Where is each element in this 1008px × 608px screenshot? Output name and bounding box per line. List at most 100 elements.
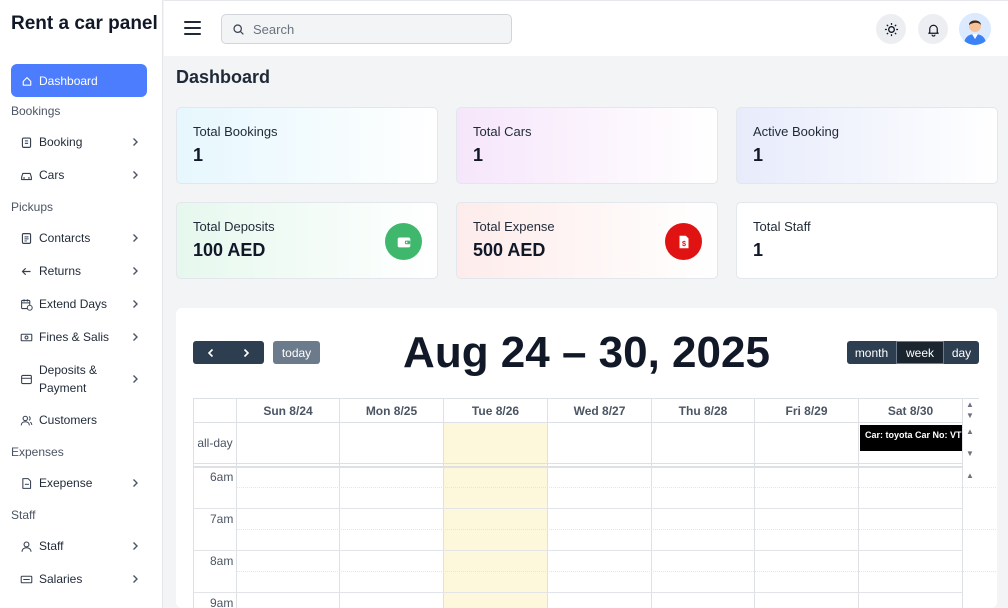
car-icon xyxy=(20,169,33,182)
brand-title: Rent a car panel xyxy=(11,13,158,34)
grid-vline xyxy=(651,464,652,608)
allday-label: all-day xyxy=(194,423,237,464)
section-staff: Staff xyxy=(11,508,36,522)
time-label: 8am xyxy=(210,554,234,568)
search-icon xyxy=(232,23,253,36)
scroll-up-icon[interactable]: ▲ xyxy=(966,471,974,480)
sidebar-item-extend-days[interactable]: Extend Days xyxy=(20,295,140,313)
users-icon xyxy=(20,414,33,427)
card-value: 1 xyxy=(193,145,204,165)
allday-cell[interactable] xyxy=(755,423,859,464)
allday-divider xyxy=(194,466,963,468)
sidebar-item-label: Exepense xyxy=(39,476,93,490)
grid-vline xyxy=(754,464,755,608)
sidebar-item-cars[interactable]: Cars xyxy=(20,166,140,184)
allday-cell[interactable] xyxy=(237,423,340,464)
menu-icon[interactable] xyxy=(184,21,201,35)
grid-hourline xyxy=(194,508,963,509)
scroll-down-icon[interactable]: ▼ xyxy=(966,411,974,420)
avatar[interactable] xyxy=(959,13,991,45)
card-total-bookings: Total Bookings 1 xyxy=(176,107,438,184)
notifications-button[interactable] xyxy=(918,14,948,44)
sidebar-item-salaries[interactable]: Salaries xyxy=(20,570,140,588)
grid-halfline xyxy=(237,529,997,530)
receipt-badge-icon: $ xyxy=(665,223,702,260)
allday-cell[interactable] xyxy=(444,423,548,464)
card-title: Active Booking xyxy=(753,124,839,139)
search-box[interactable] xyxy=(221,14,512,44)
time-label: 9am xyxy=(210,596,234,608)
wallet-badge-icon xyxy=(385,223,422,260)
search-input[interactable] xyxy=(253,21,493,37)
theme-toggle-button[interactable] xyxy=(876,14,906,44)
sidebar-item-contracts[interactable]: Contarcts xyxy=(20,229,140,247)
arrow-left-icon xyxy=(20,265,33,278)
sidebar-item-customers[interactable]: Customers xyxy=(20,411,140,429)
sidebar-item-staff[interactable]: Staff xyxy=(20,537,140,555)
card-total-cars: Total Cars 1 xyxy=(456,107,718,184)
card-total-expense: Total Expense 500 AED $ xyxy=(456,202,718,279)
topbar xyxy=(164,0,1008,56)
grid-vline xyxy=(236,464,237,608)
money-icon xyxy=(20,331,33,344)
grid-halfline xyxy=(237,487,997,488)
sidebar-item-label: Contarcts xyxy=(39,231,91,245)
card-value: 1 xyxy=(753,240,764,260)
view-month-button[interactable]: month xyxy=(847,341,896,364)
card-value: 1 xyxy=(753,145,764,165)
sidebar-item-returns[interactable]: Returns xyxy=(20,262,140,280)
grid-vline xyxy=(443,464,444,608)
chevron-right-icon xyxy=(130,478,140,488)
grid-hourline xyxy=(194,592,963,593)
clipboard-icon xyxy=(20,136,33,149)
card-total-staff: Total Staff 1 xyxy=(736,202,998,279)
document-icon xyxy=(20,232,33,245)
sidebar-item-dashboard[interactable]: Dashboard xyxy=(11,64,147,97)
day-header: Mon 8/25 xyxy=(340,399,444,423)
calendar-event[interactable]: Car: toyota Car No: VT xyxy=(860,425,962,451)
wallet-icon xyxy=(20,373,33,386)
view-day-button[interactable]: day xyxy=(944,341,979,364)
allday-cell[interactable] xyxy=(548,423,652,464)
calendar-clock-icon xyxy=(20,298,33,311)
sidebar-item-deposits[interactable]: Deposits & Payment xyxy=(20,361,140,397)
sidebar-item-fines[interactable]: Fines & Salis xyxy=(20,328,140,346)
grid-vline xyxy=(858,464,859,608)
scroll-up-icon[interactable]: ▲ xyxy=(966,427,974,436)
grid-vline xyxy=(962,464,963,608)
sidebar-item-expense[interactable]: Exepense xyxy=(20,474,140,492)
scroll-up-icon[interactable]: ▲ xyxy=(966,400,974,409)
scroll-down-icon[interactable]: ▼ xyxy=(966,449,974,458)
section-expenses: Expenses xyxy=(11,445,64,459)
day-header: Thu 8/28 xyxy=(652,399,755,423)
sidebar-item-booking[interactable]: Booking xyxy=(20,133,140,151)
bell-icon xyxy=(926,22,941,37)
sun-icon xyxy=(884,22,899,37)
svg-text:$: $ xyxy=(682,239,686,248)
grid-halfline xyxy=(237,571,997,572)
file-icon xyxy=(20,477,33,490)
card-value: 1 xyxy=(473,145,484,165)
allday-cell[interactable] xyxy=(340,423,444,464)
view-week-button[interactable]: week xyxy=(896,341,944,364)
sidebar-item-label: Salaries xyxy=(39,572,83,586)
day-header: Sun 8/24 xyxy=(237,399,340,423)
sidebar: Rent a car panel Dashboard Bookings Book… xyxy=(0,0,163,608)
card-total-deposits: Total Deposits 100 AED xyxy=(176,202,438,279)
calendar-grid: Sun 8/24 Mon 8/25 Tue 8/26 Wed 8/27 Thu … xyxy=(193,398,997,608)
day-header: Tue 8/26 xyxy=(444,399,548,423)
allday-cell[interactable] xyxy=(652,423,755,464)
corner-cell xyxy=(194,399,237,423)
sidebar-item-label: Extend Days xyxy=(39,297,108,311)
day-header: Fri 8/29 xyxy=(755,399,859,423)
sidebar-item-label: Returns xyxy=(39,264,82,278)
chevron-right-icon xyxy=(130,137,140,147)
grid-vline xyxy=(339,464,340,608)
time-label: 7am xyxy=(210,512,234,526)
time-label: 6am xyxy=(210,470,234,484)
chevron-right-icon xyxy=(130,170,140,180)
section-pickups: Pickups xyxy=(11,200,54,214)
chevron-right-icon xyxy=(130,374,140,384)
grid-hourline xyxy=(194,550,963,551)
chevron-right-icon xyxy=(130,299,140,309)
